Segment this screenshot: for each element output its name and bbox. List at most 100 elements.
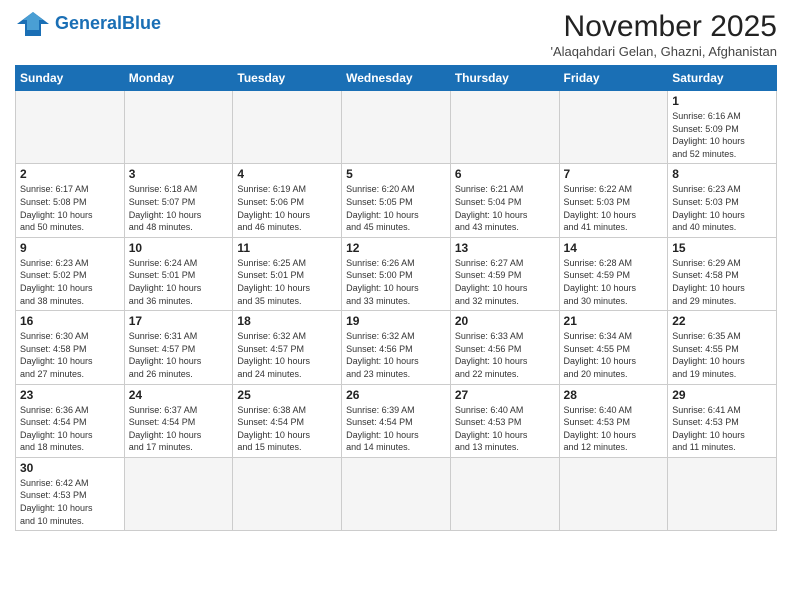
calendar-week-row: 2Sunrise: 6:17 AM Sunset: 5:08 PM Daylig…	[16, 164, 777, 237]
calendar-cell: 9 Sunrise: 6:23 AM Sunset: 5:02 PM Daylig…	[16, 237, 125, 310]
day-number: 24	[129, 388, 229, 402]
calendar-cell: 29 Sunrise: 6:41 AM Sunset: 4:53 PM Dayli…	[668, 384, 777, 457]
calendar-cell	[559, 91, 668, 164]
calendar-cell: 4Sunrise: 6:19 AM Sunset: 5:06 PM Daylig…	[233, 164, 342, 237]
col-tuesday: Tuesday	[233, 66, 342, 91]
calendar-cell: 21Sunrise: 6:34 AM Sunset: 4:55 PM Dayli…	[559, 311, 668, 384]
day-number: 23	[20, 388, 120, 402]
day-info: Sunrise: 6:23 AM Sunset: 5:03 PM Dayligh…	[672, 183, 772, 233]
calendar-cell: 14 Sunrise: 6:28 AM Sunset: 4:59 PM Dayli…	[559, 237, 668, 310]
calendar-cell: 18 Sunrise: 6:32 AM Sunset: 4:57 PM Dayli…	[233, 311, 342, 384]
day-number: 25	[237, 388, 337, 402]
day-number: 16	[20, 314, 120, 328]
day-info: Sunrise: 6:33 AM Sunset: 4:56 PM Dayligh…	[455, 330, 555, 380]
calendar-cell: 6 Sunrise: 6:21 AM Sunset: 5:04 PM Daylig…	[450, 164, 559, 237]
day-number: 29	[672, 388, 772, 402]
day-number: 7	[564, 167, 664, 181]
calendar-cell: 2Sunrise: 6:17 AM Sunset: 5:08 PM Daylig…	[16, 164, 125, 237]
day-info: Sunrise: 6:36 AM Sunset: 4:54 PM Dayligh…	[20, 404, 120, 454]
calendar-cell	[450, 91, 559, 164]
day-number: 2	[20, 167, 120, 181]
day-number: 11	[237, 241, 337, 255]
logo-general-text: GeneralBlue	[55, 13, 161, 33]
day-number: 9	[20, 241, 120, 255]
calendar-cell	[124, 91, 233, 164]
calendar-header: Sunday Monday Tuesday Wednesday Thursday…	[16, 66, 777, 91]
calendar-cell	[233, 91, 342, 164]
day-info: Sunrise: 6:29 AM Sunset: 4:58 PM Dayligh…	[672, 257, 772, 307]
day-info: Sunrise: 6:25 AM Sunset: 5:01 PM Dayligh…	[237, 257, 337, 307]
calendar-week-row: 30Sunrise: 6:42 AM Sunset: 4:53 PM Dayli…	[16, 457, 777, 530]
day-number: 13	[455, 241, 555, 255]
calendar-cell: 16 Sunrise: 6:30 AM Sunset: 4:58 PM Dayli…	[16, 311, 125, 384]
day-info: Sunrise: 6:21 AM Sunset: 5:04 PM Dayligh…	[455, 183, 555, 233]
logo: GeneralBlue	[15, 10, 161, 38]
calendar-cell: 27Sunrise: 6:40 AM Sunset: 4:53 PM Dayli…	[450, 384, 559, 457]
calendar-cell: 1 Sunrise: 6:16 AM Sunset: 5:09 PM Daylig…	[668, 91, 777, 164]
day-info: Sunrise: 6:35 AM Sunset: 4:55 PM Dayligh…	[672, 330, 772, 380]
calendar-cell: 20 Sunrise: 6:33 AM Sunset: 4:56 PM Dayli…	[450, 311, 559, 384]
col-saturday: Saturday	[668, 66, 777, 91]
day-info: Sunrise: 6:24 AM Sunset: 5:01 PM Dayligh…	[129, 257, 229, 307]
day-number: 14	[564, 241, 664, 255]
logo-text: GeneralBlue	[55, 14, 161, 34]
calendar-cell	[342, 457, 451, 530]
col-friday: Friday	[559, 66, 668, 91]
calendar-cell: 23 Sunrise: 6:36 AM Sunset: 4:54 PM Dayli…	[16, 384, 125, 457]
calendar-cell	[450, 457, 559, 530]
day-number: 6	[455, 167, 555, 181]
day-info: Sunrise: 6:38 AM Sunset: 4:54 PM Dayligh…	[237, 404, 337, 454]
calendar-subtitle: 'Alaqahdari Gelan, Ghazni, Afghanistan	[550, 44, 777, 59]
day-number: 10	[129, 241, 229, 255]
calendar-cell	[233, 457, 342, 530]
day-number: 26	[346, 388, 446, 402]
day-info: Sunrise: 6:27 AM Sunset: 4:59 PM Dayligh…	[455, 257, 555, 307]
day-info: Sunrise: 6:31 AM Sunset: 4:57 PM Dayligh…	[129, 330, 229, 380]
day-number: 21	[564, 314, 664, 328]
calendar-title: November 2025	[550, 10, 777, 44]
calendar-week-row: 9 Sunrise: 6:23 AM Sunset: 5:02 PM Daylig…	[16, 237, 777, 310]
day-info: Sunrise: 6:32 AM Sunset: 4:57 PM Dayligh…	[237, 330, 337, 380]
calendar-cell	[16, 91, 125, 164]
day-number: 4	[237, 167, 337, 181]
header: GeneralBlue November 2025 'Alaqahdari Ge…	[15, 10, 777, 59]
calendar-cell: 3Sunrise: 6:18 AM Sunset: 5:07 PM Daylig…	[124, 164, 233, 237]
col-sunday: Sunday	[16, 66, 125, 91]
calendar-cell	[559, 457, 668, 530]
day-info: Sunrise: 6:40 AM Sunset: 4:53 PM Dayligh…	[564, 404, 664, 454]
calendar-cell: 10 Sunrise: 6:24 AM Sunset: 5:01 PM Dayli…	[124, 237, 233, 310]
col-thursday: Thursday	[450, 66, 559, 91]
day-info: Sunrise: 6:26 AM Sunset: 5:00 PM Dayligh…	[346, 257, 446, 307]
day-info: Sunrise: 6:20 AM Sunset: 5:05 PM Dayligh…	[346, 183, 446, 233]
calendar-cell: 5Sunrise: 6:20 AM Sunset: 5:05 PM Daylig…	[342, 164, 451, 237]
day-number: 12	[346, 241, 446, 255]
calendar-cell: 17Sunrise: 6:31 AM Sunset: 4:57 PM Dayli…	[124, 311, 233, 384]
logo-icon	[15, 10, 51, 38]
day-info: Sunrise: 6:37 AM Sunset: 4:54 PM Dayligh…	[129, 404, 229, 454]
day-number: 22	[672, 314, 772, 328]
logo-blue-text: Blue	[122, 13, 161, 33]
day-info: Sunrise: 6:18 AM Sunset: 5:07 PM Dayligh…	[129, 183, 229, 233]
day-number: 30	[20, 461, 120, 475]
calendar-page: GeneralBlue November 2025 'Alaqahdari Ge…	[0, 0, 792, 612]
day-number: 27	[455, 388, 555, 402]
day-number: 28	[564, 388, 664, 402]
day-info: Sunrise: 6:28 AM Sunset: 4:59 PM Dayligh…	[564, 257, 664, 307]
day-number: 15	[672, 241, 772, 255]
day-info: Sunrise: 6:30 AM Sunset: 4:58 PM Dayligh…	[20, 330, 120, 380]
calendar-cell: 15 Sunrise: 6:29 AM Sunset: 4:58 PM Dayli…	[668, 237, 777, 310]
day-number: 18	[237, 314, 337, 328]
day-info: Sunrise: 6:16 AM Sunset: 5:09 PM Dayligh…	[672, 110, 772, 160]
calendar-table: Sunday Monday Tuesday Wednesday Thursday…	[15, 65, 777, 531]
day-number: 20	[455, 314, 555, 328]
day-number: 1	[672, 94, 772, 108]
calendar-cell: 26Sunrise: 6:39 AM Sunset: 4:54 PM Dayli…	[342, 384, 451, 457]
day-info: Sunrise: 6:22 AM Sunset: 5:03 PM Dayligh…	[564, 183, 664, 233]
day-info: Sunrise: 6:23 AM Sunset: 5:02 PM Dayligh…	[20, 257, 120, 307]
col-monday: Monday	[124, 66, 233, 91]
calendar-cell: 24 Sunrise: 6:37 AM Sunset: 4:54 PM Dayli…	[124, 384, 233, 457]
title-block: November 2025 'Alaqahdari Gelan, Ghazni,…	[550, 10, 777, 59]
day-info: Sunrise: 6:41 AM Sunset: 4:53 PM Dayligh…	[672, 404, 772, 454]
header-row: Sunday Monday Tuesday Wednesday Thursday…	[16, 66, 777, 91]
calendar-cell: 7 Sunrise: 6:22 AM Sunset: 5:03 PM Daylig…	[559, 164, 668, 237]
